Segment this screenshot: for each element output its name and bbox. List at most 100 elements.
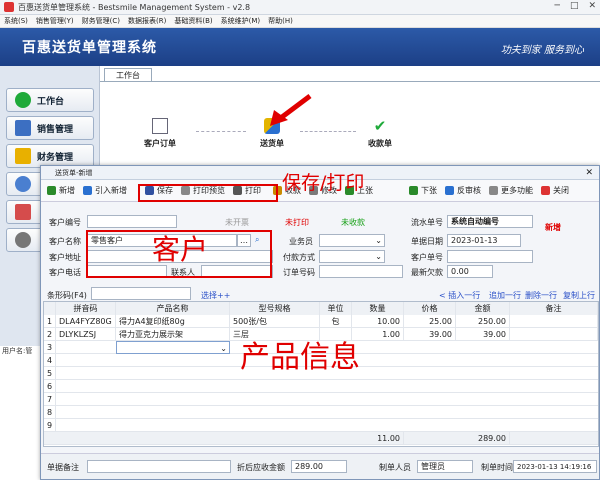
nav-workbench-button[interactable]: 工作台: [6, 88, 94, 112]
flow-receipt[interactable]: ✔ 收款单: [360, 118, 400, 149]
col-unit[interactable]: 单位: [320, 302, 352, 315]
nav-search-button[interactable]: [6, 172, 44, 196]
dialog-close-icon[interactable]: ✕: [585, 166, 593, 180]
col-remark[interactable]: 备注: [510, 302, 598, 315]
annotation-box-toolbar: [138, 184, 278, 202]
import-new-button[interactable]: 引入新增: [83, 185, 127, 196]
table-row[interactable]: 9: [44, 419, 598, 432]
col-amount[interactable]: 金额: [456, 302, 510, 315]
minimize-icon[interactable]: ─: [555, 1, 560, 11]
table-row[interactable]: 6: [44, 380, 598, 393]
tab-divider: [100, 81, 600, 82]
check-icon: ✔: [373, 117, 387, 135]
customer-code-label: 客户编号: [49, 218, 81, 227]
bill-date-input[interactable]: 2023-01-13: [447, 234, 521, 247]
tab-workbench[interactable]: 工作台: [104, 68, 152, 82]
table-header-row: 拼音码 产品名称 型号规格 单位 数量 价格 金额 备注: [44, 302, 598, 315]
not-received-status: 未收款: [341, 218, 365, 227]
gear-icon: [15, 232, 31, 248]
total-qty: 11.00: [352, 432, 404, 445]
nav-stats-button[interactable]: [6, 200, 44, 224]
barcode-input[interactable]: [91, 287, 191, 300]
unaudit-button[interactable]: 反审核: [445, 185, 481, 196]
annotation-customer: 客户: [152, 233, 209, 266]
menu-system[interactable]: 系统(S): [4, 16, 28, 26]
col-pinyin[interactable]: 拼音码: [56, 302, 116, 315]
maker-label: 制单人员: [379, 463, 411, 472]
main-menu-bar: 系统(S) 销售管理(Y) 财务管理(C) 数据报表(R) 基础资料(B) 系统…: [0, 15, 600, 28]
menu-sales[interactable]: 销售管理(Y): [36, 16, 74, 26]
order-no-label: 订单号码: [283, 268, 315, 277]
serial-no-input[interactable]: 系统自动编号: [447, 215, 533, 228]
remark-label: 单据备注: [47, 463, 79, 472]
check-circle-icon: [15, 92, 31, 108]
payment-select[interactable]: ⌄: [319, 250, 385, 263]
banner-slogan: 功夫到家 服务到心: [500, 45, 584, 56]
not-invoiced-status: 未开票: [225, 218, 249, 227]
table-row[interactable]: 1 DLA4FYZ80G 得力A4复印纸80g 500张/包 包 10.00 2…: [44, 315, 598, 328]
order-no-input[interactable]: [319, 265, 403, 278]
annotation-save-print: 保存/打印: [282, 172, 365, 194]
close-icon[interactable]: ✕: [588, 1, 596, 11]
discount-input[interactable]: 289.00: [291, 460, 347, 473]
col-qty[interactable]: 数量: [352, 302, 404, 315]
app-banner: 百惠送货单管理系统 功夫到家 服务到心: [0, 28, 600, 66]
maker-input[interactable]: 管理员: [417, 460, 473, 473]
menu-finance[interactable]: 财务管理(C): [82, 16, 120, 26]
menu-basics[interactable]: 基础资料(B): [174, 16, 212, 26]
chart-icon: [15, 204, 31, 220]
nav-settings-button[interactable]: [6, 228, 44, 252]
main-title-bar: 百惠送货单管理系统 - Bestsmile Management System …: [0, 0, 600, 15]
nav-sales-label: 销售管理: [37, 124, 74, 135]
maximize-icon[interactable]: □: [570, 1, 579, 11]
customer-phone-label: 客户电话: [49, 268, 81, 277]
nav-workbench-label: 工作台: [37, 96, 65, 107]
customer-code-input[interactable]: [87, 215, 177, 228]
menu-help[interactable]: 帮助(H): [268, 16, 293, 26]
discount-label: 折后应收金额: [237, 463, 285, 472]
power-icon: [541, 186, 550, 195]
col-product-name[interactable]: 产品名称: [116, 302, 230, 315]
magnifier-icon: [15, 176, 31, 192]
dialog-footer: 单据备注 折后应收金额 289.00 制单人员 管理员 制单时间 2023-01…: [41, 453, 599, 479]
status-username: 用户名:管: [2, 347, 33, 355]
serial-no-label: 流水单号: [411, 218, 443, 227]
flow-receipt-label: 收款单: [368, 139, 392, 148]
flow-customer-order[interactable]: 客户订单: [140, 118, 180, 149]
next-button[interactable]: 下张: [409, 185, 437, 196]
nav-sales-button[interactable]: 销售管理: [6, 116, 94, 140]
table-row[interactable]: 7: [44, 393, 598, 406]
col-spec[interactable]: 型号规格: [230, 302, 320, 315]
chevron-down-icon: ⌄: [375, 236, 382, 245]
menu-maintenance[interactable]: 系统维护(M): [221, 16, 261, 26]
import-icon: [83, 186, 92, 195]
select-link[interactable]: 选择++: [201, 290, 230, 301]
more-button[interactable]: 更多功能: [489, 185, 533, 196]
col-price[interactable]: 价格: [404, 302, 456, 315]
remark-input[interactable]: [87, 460, 231, 473]
chevron-down-icon: ⌄: [375, 252, 382, 261]
last-debt-input[interactable]: 0.00: [447, 265, 493, 278]
salesman-select[interactable]: ⌄: [319, 234, 385, 247]
product-name-select[interactable]: ⌄: [116, 341, 230, 354]
table-total-row: 11.00 289.00: [44, 432, 598, 445]
time-input[interactable]: 2023-01-13 14:19:16: [513, 460, 597, 473]
nav-finance-label: 财务管理: [37, 152, 74, 163]
table-row[interactable]: 8: [44, 406, 598, 419]
banner-title: 百惠送货单管理系统: [22, 40, 157, 56]
barcode-label: 条形码(F4): [47, 291, 87, 300]
delete-row-link[interactable]: 删除一行: [525, 290, 557, 301]
customer-bill-input[interactable]: [447, 250, 533, 263]
customer-name-label: 客户名称: [49, 237, 81, 246]
close-button[interactable]: 关闭: [541, 185, 569, 196]
insert-row-link[interactable]: < 插入一行: [439, 290, 480, 301]
new-button[interactable]: 新增: [47, 185, 75, 196]
new-status-badge: 新增: [545, 223, 561, 232]
time-label: 制单时间: [481, 463, 513, 472]
main-window-title: 百惠送货单管理系统 - Bestsmile Management System …: [18, 2, 251, 12]
flow-arrow-2: [300, 131, 356, 132]
copy-row-link[interactable]: 复制上行: [563, 290, 595, 301]
append-row-link[interactable]: 追加一行: [489, 290, 521, 301]
order-form-icon: [152, 118, 168, 134]
menu-reports[interactable]: 数据报表(R): [128, 16, 166, 26]
